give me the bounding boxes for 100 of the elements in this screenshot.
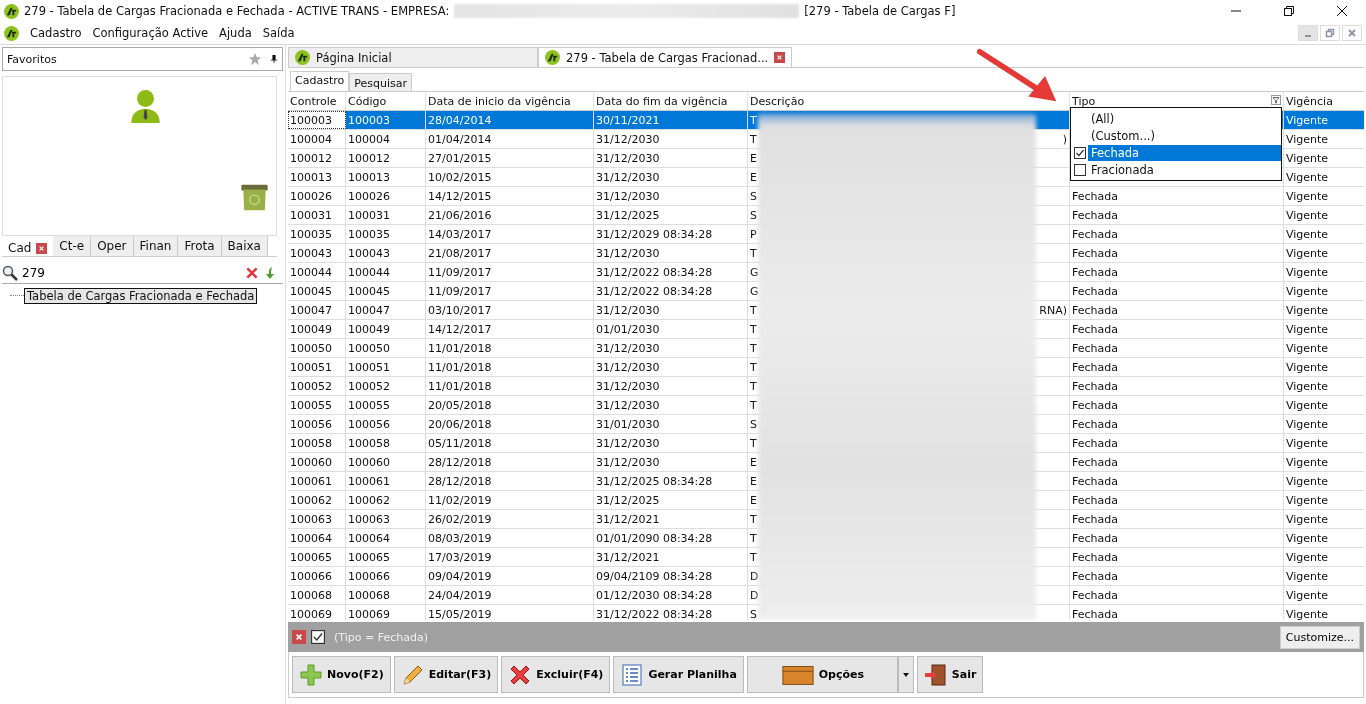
table-cell: 09/04/2109 08:34:28: [596, 569, 713, 583]
sidebar-tab[interactable]: Oper: [91, 236, 134, 256]
table-cell: T: [750, 246, 757, 260]
table-cell: 100062: [290, 493, 332, 507]
table-cell: Fechada: [1072, 208, 1118, 222]
checkbox[interactable]: [1073, 163, 1086, 176]
sidebar-tab[interactable]: Baixa: [221, 236, 268, 256]
table-cell: 28/12/2018: [428, 455, 492, 469]
table-cell: E: [750, 474, 757, 488]
table-cell: 30/11/2021: [596, 113, 660, 127]
table-cell: T: [750, 436, 757, 450]
table-cell: Fechada: [1072, 512, 1118, 526]
table-cell: E: [750, 170, 757, 184]
table-cell: 100049: [290, 322, 332, 336]
toolbar-button[interactable]: Editar(F3): [393, 656, 499, 693]
toolbar-button[interactable]: Excluir(F4): [501, 656, 611, 693]
table-cell: S: [750, 417, 757, 431]
document-tab[interactable]: Página Inicial: [288, 47, 538, 67]
sidebar-tab[interactable]: Frota: [178, 236, 222, 256]
table-cell: Fechada: [1072, 227, 1118, 241]
table-cell: Vigente: [1286, 303, 1329, 317]
tree-item[interactable]: Tabela de Cargas Fracionada e Fechada: [24, 287, 258, 304]
user-icon[interactable]: [130, 89, 161, 123]
column-header[interactable]: Controle: [288, 92, 346, 110]
table-cell: T: [750, 398, 757, 412]
table-cell: 15/05/2019: [428, 607, 492, 620]
table-cell: 100052: [348, 379, 390, 393]
table-cell: Vigente: [1286, 246, 1329, 260]
table-cell: 31/12/2030: [596, 303, 660, 317]
menu-item[interactable]: Saída: [262, 26, 295, 40]
close-icon[interactable]: [1336, 5, 1348, 17]
table-cell: T: [750, 379, 757, 393]
checkbox[interactable]: [311, 630, 325, 644]
table-cell: 100056: [290, 417, 332, 431]
table-cell: 100035: [348, 227, 390, 241]
table-cell: 100066: [290, 569, 332, 583]
table-cell: 100047: [290, 303, 332, 317]
table-cell: T: [750, 360, 757, 374]
dropdown-option[interactable]: Fechada: [1088, 144, 1281, 161]
table-cell: 100060: [290, 455, 332, 469]
app-logo-icon: [295, 50, 310, 65]
pin-icon[interactable]: [270, 54, 278, 64]
table-cell: Vigente: [1286, 360, 1329, 374]
table-cell: D: [750, 588, 759, 602]
column-header[interactable]: Vigência: [1284, 92, 1360, 110]
search-field[interactable]: 279: [22, 266, 241, 280]
table-cell: 31/12/2030: [596, 360, 660, 374]
table-cell: Vigente: [1286, 379, 1329, 393]
table-cell: 14/03/2017: [428, 227, 492, 241]
table-cell: G: [750, 284, 759, 298]
table-cell: 100045: [290, 284, 332, 298]
dropdown-option[interactable]: Fracionada: [1088, 161, 1281, 178]
menu-item[interactable]: Configuração Active: [92, 26, 209, 40]
table-cell: Fechada: [1072, 531, 1118, 545]
sub-tab[interactable]: Cadastro: [290, 71, 350, 91]
table-cell: Fechada: [1072, 322, 1118, 336]
table-cell: 100051: [290, 360, 332, 374]
table-cell: P: [750, 227, 757, 241]
toolbar-button[interactable]: Novo(F2): [292, 656, 391, 693]
column-header[interactable]: Data de inicio da vigência: [426, 92, 594, 110]
checkbox[interactable]: [1073, 146, 1086, 159]
filter-icon[interactable]: [1271, 95, 1281, 105]
table-cell: 100065: [290, 550, 332, 564]
restore-icon[interactable]: [1283, 5, 1295, 17]
arrow-down-icon[interactable]: [263, 266, 277, 280]
table-cell: 31/12/2022 08:34:28: [596, 265, 713, 279]
dropdown-option[interactable]: (All): [1088, 110, 1281, 127]
table-cell: 100055: [290, 398, 332, 412]
document-tab[interactable]: 279 - Tabela de Cargas Fracionad...: [538, 47, 793, 67]
sidebar-tab[interactable]: Finan: [133, 236, 179, 256]
table-cell: 100062: [348, 493, 390, 507]
minimize-icon[interactable]: [1298, 25, 1318, 41]
menu-item[interactable]: Cadastro: [30, 26, 82, 40]
recycle-bin-icon[interactable]: [239, 182, 270, 212]
app-logo-icon: [4, 25, 19, 41]
table-cell: 100064: [348, 531, 390, 545]
table-cell: Vigente: [1286, 284, 1329, 298]
table-cell: 100004: [290, 132, 332, 146]
customize-button[interactable]: Customize...: [1279, 625, 1360, 649]
table-cell: Vigente: [1286, 132, 1329, 146]
table-cell: 100068: [348, 588, 390, 602]
window-title-suffix: [279 - Tabela de Cargas F]: [804, 4, 956, 18]
clear-icon[interactable]: [245, 266, 259, 280]
table-cell: T: [750, 550, 757, 564]
column-header[interactable]: Data do fim da vigência: [594, 92, 748, 110]
toolbar-button[interactable]: Gerar Planilha: [613, 656, 744, 693]
table-cell: 11/09/2017: [428, 284, 492, 298]
table-cell: E: [750, 493, 757, 507]
table-cell: Fechada: [1072, 265, 1118, 279]
star-icon[interactable]: [248, 52, 262, 66]
sidebar-tab[interactable]: Ct-e: [53, 236, 92, 256]
menu-item[interactable]: Ajuda: [219, 26, 252, 40]
window-title: 279 - Tabela de Cargas Fracionada e Fechada - ACTIVE TRANS - EMPRESA:: [24, 4, 450, 18]
table-cell: 100043: [348, 246, 390, 260]
sub-tab[interactable]: Pesquisar: [349, 73, 412, 91]
column-header[interactable]: Código: [346, 92, 426, 110]
toolbar-button[interactable]: Opções: [746, 656, 898, 693]
dropdown-option[interactable]: (Custom...): [1088, 127, 1281, 144]
toolbar-button[interactable]: Sair: [916, 656, 984, 693]
table-cell: 100068: [290, 588, 332, 602]
